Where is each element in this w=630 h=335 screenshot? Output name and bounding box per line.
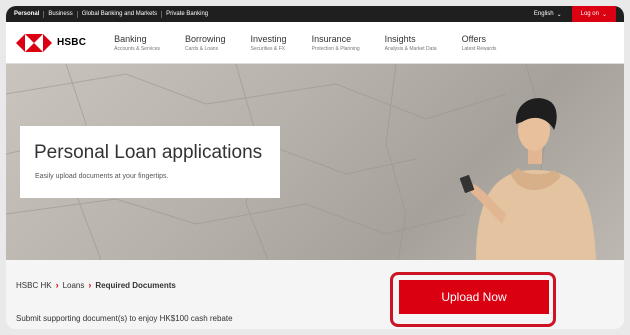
brand-logo[interactable]: HSBC	[16, 33, 87, 52]
nav-offers[interactable]: Offers Latest Rewards	[462, 34, 497, 52]
main-nav: HSBC Banking Accounts & Services Borrowi…	[6, 22, 624, 64]
nav-subtitle: Accounts & Services	[114, 45, 160, 52]
language-label: English	[533, 11, 554, 17]
nav-borrowing[interactable]: Borrowing Cards & Loans	[185, 34, 226, 52]
breadcrumb-loans[interactable]: Loans	[63, 281, 85, 290]
hero-banner: Personal Loan applications Easily upload…	[6, 64, 624, 260]
nav-banking[interactable]: Banking Accounts & Services	[114, 34, 160, 52]
nav-insights[interactable]: Insights Analysis & Market Data	[385, 34, 437, 52]
hero-card: Personal Loan applications Easily upload…	[20, 126, 280, 198]
hsbc-logo-icon	[16, 33, 52, 52]
hero-subtitle: Easily upload documents at your fingerti…	[35, 173, 169, 180]
nav-title: Investing	[250, 33, 287, 44]
nav-title: Insurance	[311, 33, 352, 44]
nav-subtitle: Latest Rewards	[461, 45, 497, 52]
nav-investing[interactable]: Investing Securities & FX	[251, 34, 287, 52]
chevron-right-icon: ›	[88, 280, 92, 290]
segment-personal[interactable]: Personal	[14, 10, 45, 18]
nav-subtitle: Protection & Planning	[311, 45, 360, 52]
nav-insurance[interactable]: Insurance Protection & Planning	[312, 34, 360, 52]
breadcrumb: HSBC HK › Loans › Required Documents	[16, 280, 176, 290]
chevron-right-icon: ›	[55, 280, 59, 290]
breadcrumb-home[interactable]: HSBC HK	[16, 281, 52, 290]
nav-title: Insights	[384, 33, 416, 44]
nav-subtitle: Cards & Loans	[185, 45, 219, 52]
nav-subtitle: Securities & FX	[250, 45, 285, 52]
logon-button[interactable]: Log on ⌄	[571, 6, 616, 22]
brand-wordmark: HSBC	[57, 37, 87, 48]
browser-frame: Personal Business Global Banking and Mar…	[6, 6, 624, 329]
nav-title: Banking	[114, 33, 147, 44]
top-bar: Personal Business Global Banking and Mar…	[6, 6, 624, 22]
segment-business[interactable]: Business	[44, 10, 78, 18]
logon-label: Log on	[580, 11, 599, 17]
chevron-down-icon: ⌄	[601, 11, 607, 18]
chevron-down-icon: ⌄	[556, 11, 562, 18]
nav-title: Offers	[461, 33, 486, 44]
upload-now-button[interactable]: Upload Now	[399, 280, 549, 314]
nav-title: Borrowing	[185, 33, 226, 44]
rebate-notice: Submit supporting document(s) to enjoy H…	[16, 314, 233, 323]
segment-links: Personal Business Global Banking and Mar…	[14, 10, 212, 18]
segment-private-banking[interactable]: Private Banking	[162, 11, 212, 18]
language-selector[interactable]: English ⌄	[534, 11, 562, 18]
nav-subtitle: Analysis & Market Data	[384, 45, 437, 52]
hero-title: Personal Loan applications	[34, 142, 263, 163]
content-area: HSBC HK › Loans › Required Documents Sub…	[6, 260, 624, 329]
segment-global-banking[interactable]: Global Banking and Markets	[78, 10, 163, 18]
breadcrumb-current: Required Documents	[95, 280, 176, 290]
